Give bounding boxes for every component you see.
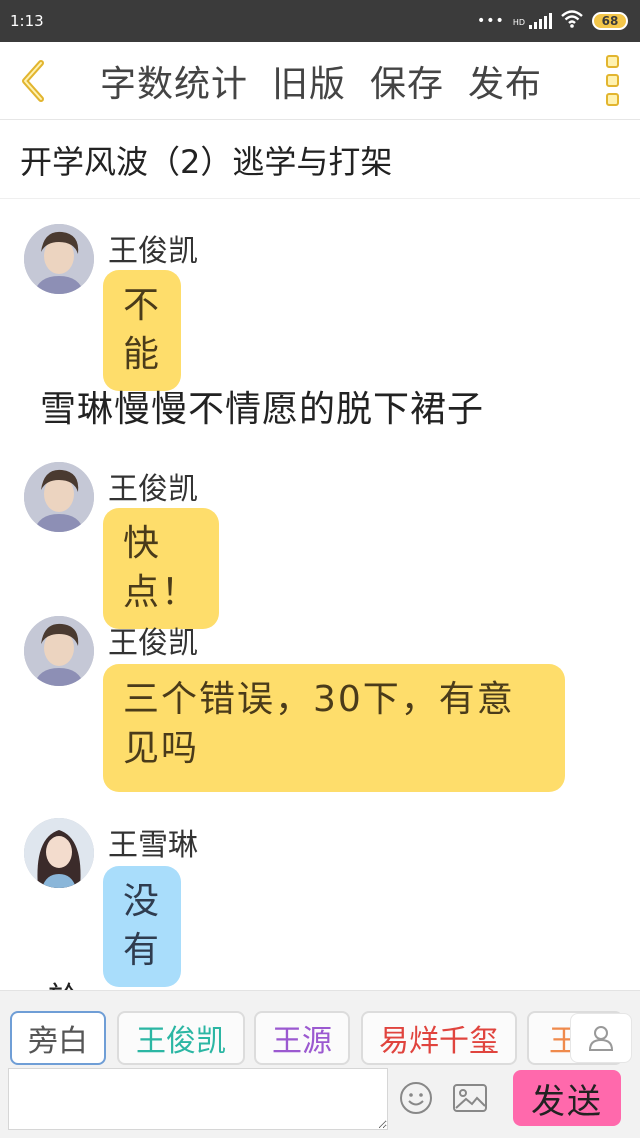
role-selector-bar: 旁白 王俊凯 王源 易烊千玺 王 xyxy=(0,990,640,1066)
role-label: 王俊凯 xyxy=(136,1024,226,1059)
speaker-name: 王俊凯 xyxy=(108,472,198,507)
manage-roles-button[interactable] xyxy=(570,1013,632,1063)
role-label: 王源 xyxy=(272,1024,332,1059)
image-icon xyxy=(453,1084,487,1112)
word-count-button[interactable]: 字数统计 xyxy=(100,55,248,107)
notification-dots-icon: ••• xyxy=(477,13,505,29)
role-chip-yiyangqianxi[interactable]: 易烊千玺 xyxy=(361,1011,517,1065)
battery-icon: 68 xyxy=(592,12,628,30)
network-type: HD xyxy=(512,18,525,27)
more-dot xyxy=(605,74,619,87)
chat-area[interactable]: 王俊凯 不能 雪琳慢慢不情愿的脱下裙子 王俊凯 快点！ 王俊凯 三个错误，30下… xyxy=(0,200,640,990)
partial-text: 於 xyxy=(48,973,78,990)
more-vertical-icon xyxy=(605,55,619,68)
message-input[interactable] xyxy=(8,1068,388,1130)
smiley-icon xyxy=(400,1082,432,1114)
status-icons: ••• HD 68 xyxy=(477,10,628,32)
role-label: 旁白 xyxy=(28,1024,88,1059)
role-chip-wangjunkai[interactable]: 王俊凯 xyxy=(117,1011,245,1065)
image-button[interactable] xyxy=(450,1078,490,1118)
message-bubble[interactable]: 不能 xyxy=(103,270,182,392)
back-button[interactable] xyxy=(0,42,64,120)
avatar-wangjunkai[interactable] xyxy=(24,462,94,532)
avatar-wangjunkai[interactable] xyxy=(24,616,94,686)
more-options-button[interactable] xyxy=(584,42,640,120)
chapter-title-text: 开学风波（2）逃学与打架 xyxy=(20,142,393,181)
old-version-button[interactable]: 旧版 xyxy=(272,55,346,107)
chapter-title[interactable]: 开学风波（2）逃学与打架 xyxy=(0,121,640,199)
speaker-name: 王俊凯 xyxy=(108,234,198,269)
chevron-left-icon xyxy=(22,59,44,102)
emoji-button[interactable] xyxy=(396,1078,436,1118)
message-bubble[interactable]: 快点！ xyxy=(103,508,219,630)
role-chip-wangyuan[interactable]: 王源 xyxy=(254,1011,350,1065)
role-label: 易烊千玺 xyxy=(379,1024,499,1059)
role-chip-narrator[interactable]: 旁白 xyxy=(10,1011,106,1065)
input-bar: 发送 xyxy=(0,1066,640,1138)
speaker-name: 王俊凯 xyxy=(108,626,198,661)
wifi-icon xyxy=(560,10,584,32)
more-dot xyxy=(605,93,619,106)
status-bar: 1:13 ••• HD 68 xyxy=(0,0,640,42)
avatar-wangjunkai[interactable] xyxy=(24,224,94,294)
save-button[interactable]: 保存 xyxy=(370,55,444,107)
user-icon xyxy=(588,1026,614,1051)
publish-button[interactable]: 发布 xyxy=(468,55,542,107)
status-time: 1:13 xyxy=(10,12,44,30)
editor-toolbar: 字数统计 旧版 保存 发布 xyxy=(0,42,640,120)
speaker-name: 王雪琳 xyxy=(108,828,198,863)
toolbar-actions: 字数统计 旧版 保存 发布 xyxy=(64,55,584,107)
send-button[interactable]: 发送 xyxy=(513,1070,621,1126)
message-bubble[interactable]: 三个错误，30下，有意见吗 xyxy=(103,664,565,792)
message-bubble[interactable]: 没有 xyxy=(103,866,182,988)
narration-text[interactable]: 雪琳慢慢不情愿的脱下裙子 xyxy=(40,380,484,432)
signal-icon xyxy=(529,13,552,29)
avatar-wangxuelin[interactable] xyxy=(24,818,94,888)
